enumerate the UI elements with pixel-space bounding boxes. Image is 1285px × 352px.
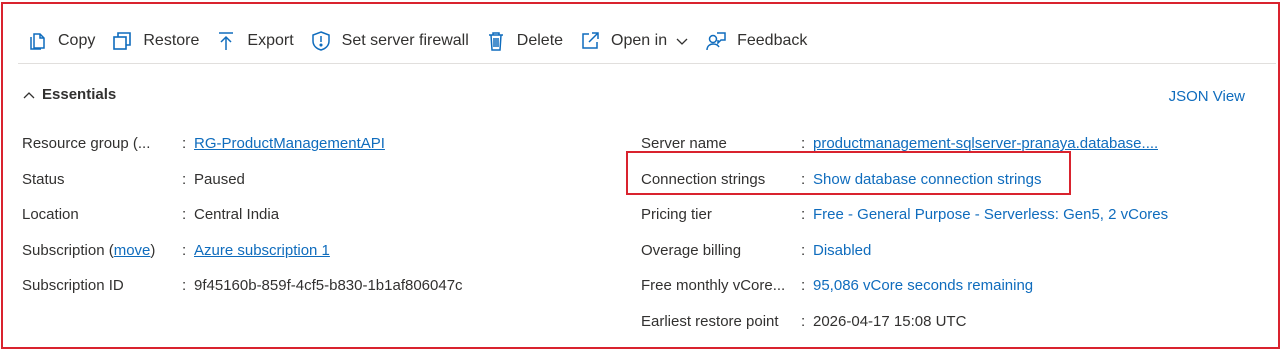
feedback-label: Feedback — [737, 31, 808, 49]
json-view-link[interactable]: JSON View — [1169, 88, 1245, 105]
pricing-tier-label: Pricing tier — [641, 206, 712, 224]
subscription-id-label: Subscription ID — [22, 277, 124, 295]
copy-button[interactable]: Copy — [18, 24, 103, 58]
server-name-label: Server name — [641, 135, 727, 153]
feedback-icon — [705, 30, 727, 52]
separator: : — [801, 277, 806, 295]
location-value: Central India — [194, 206, 280, 224]
separator: : — [182, 170, 187, 188]
separator: : — [801, 241, 806, 259]
chevron-down-icon — [675, 34, 689, 48]
location-label: Location — [22, 206, 79, 224]
export-button[interactable]: Export — [207, 24, 301, 58]
subscription-link[interactable]: Azure subscription 1 — [194, 242, 330, 259]
trash-icon — [485, 30, 507, 52]
earliest-restore-row: Earliest restore point : 2026-04-17 15:0… — [641, 304, 1261, 340]
free-vcore-label: Free monthly vCore... — [641, 277, 786, 295]
subscription-id-value: 9f45160b-859f-4cf5-b830-1b1af806047c — [194, 277, 463, 295]
separator: : — [801, 206, 806, 224]
set-server-firewall-label: Set server firewall — [341, 31, 469, 49]
copy-icon — [26, 30, 48, 52]
overage-billing-label: Overage billing — [641, 241, 742, 259]
pricing-tier-link[interactable]: Free - General Purpose - Serverless: Gen… — [813, 206, 1168, 223]
resource-group-link[interactable]: RG-ProductManagementAPI — [194, 135, 385, 152]
subscription-label: Subscription (move) — [22, 242, 182, 259]
connection-strings-highlight — [626, 151, 1071, 195]
separator: : — [182, 241, 187, 259]
server-name-link[interactable]: productmanagement-sqlserver-pranaya.data… — [813, 135, 1158, 152]
separator: : — [801, 312, 806, 330]
command-bar: Copy Restore Export Set server firewall — [18, 18, 1276, 64]
copy-label: Copy — [58, 31, 96, 49]
separator: : — [182, 277, 187, 295]
essentials-toggle[interactable]: Essentials — [22, 86, 116, 103]
essentials-title: Essentials — [42, 86, 117, 103]
overage-billing-link[interactable]: Disabled — [813, 242, 871, 259]
status-row: Status : Paused — [22, 162, 602, 198]
pricing-tier-row: Pricing tier : Free - General Purpose - … — [641, 197, 1261, 233]
resource-group-row: Resource group (... : RG-ProductManageme… — [22, 126, 602, 162]
open-in-label: Open in — [611, 31, 668, 49]
restore-button[interactable]: Restore — [103, 24, 207, 58]
restore-icon — [111, 30, 133, 52]
subscription-label-prefix: Subscription ( — [22, 241, 114, 259]
separator: : — [801, 135, 806, 153]
free-vcore-row: Free monthly vCore... : 95,086 vCore sec… — [641, 268, 1261, 304]
delete-button[interactable]: Delete — [477, 24, 571, 58]
status-label: Status — [22, 170, 65, 188]
status-value: Paused — [194, 170, 245, 188]
open-in-button[interactable]: Open in — [571, 24, 697, 58]
overage-billing-row: Overage billing : Disabled — [641, 233, 1261, 269]
separator: : — [182, 135, 187, 153]
separator: : — [182, 206, 187, 224]
essentials-left-column: Resource group (... : RG-ProductManageme… — [22, 126, 602, 304]
export-icon — [215, 30, 237, 52]
shield-icon — [310, 30, 332, 52]
delete-label: Delete — [516, 31, 564, 49]
set-server-firewall-button[interactable]: Set server firewall — [302, 24, 477, 58]
subscription-move-link[interactable]: move — [114, 242, 151, 259]
earliest-restore-value: 2026-04-17 15:08 UTC — [813, 312, 967, 330]
chevron-up-icon — [22, 88, 36, 102]
free-vcore-link[interactable]: 95,086 vCore seconds remaining — [813, 277, 1033, 294]
feedback-button[interactable]: Feedback — [697, 24, 815, 58]
export-label: Export — [247, 31, 294, 49]
subscription-row: Subscription (move) : Azure subscription… — [22, 233, 602, 269]
earliest-restore-label: Earliest restore point — [641, 312, 779, 330]
subscription-label-suffix: ) — [150, 241, 156, 259]
location-row: Location : Central India — [22, 197, 602, 233]
restore-label: Restore — [143, 31, 200, 49]
subscription-id-row: Subscription ID : 9f45160b-859f-4cf5-b83… — [22, 268, 602, 304]
open-in-new-icon — [579, 30, 601, 52]
resource-group-label: Resource group (... — [22, 135, 151, 153]
